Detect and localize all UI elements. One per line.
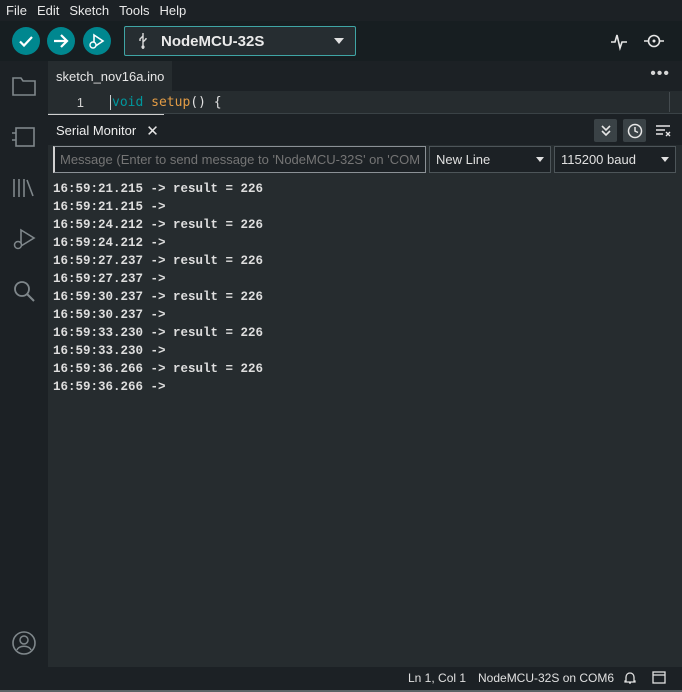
output-line: 16:59:21.215 -> result = 226 <box>53 182 264 196</box>
code-line[interactable]: 1 void setup() { <box>48 92 682 112</box>
menu-help[interactable]: Help <box>153 0 190 21</box>
editor-scrollbar[interactable] <box>669 92 670 112</box>
clock-icon <box>627 123 642 138</box>
chevron-down-icon <box>323 38 355 44</box>
menu-bar: File Edit Sketch Tools Help <box>0 0 682 21</box>
output-line: 16:59:27.237 -> <box>53 272 166 286</box>
main-area: sketch_nov16a.ino ••• 1 void setup() { S… <box>48 61 682 667</box>
debug-icon <box>89 33 105 49</box>
search-icon[interactable] <box>9 276 39 306</box>
output-line: 16:59:33.230 -> <box>53 344 166 358</box>
debug-panel-icon[interactable] <box>9 224 39 254</box>
message-input[interactable] <box>53 146 426 173</box>
output-line: 16:59:30.237 -> <box>53 308 166 322</box>
code-rest: () { <box>190 94 222 110</box>
serial-monitor-header: Serial Monitor ✕ <box>48 113 682 145</box>
menu-sketch[interactable]: Sketch <box>63 0 113 21</box>
output-line: 16:59:21.215 -> <box>53 200 166 214</box>
autoscroll-button[interactable] <box>594 119 617 142</box>
output-line: 16:59:24.212 -> result = 226 <box>53 218 264 232</box>
serial-controls: New Line 115200 baud <box>48 145 682 177</box>
check-icon <box>19 36 33 48</box>
chevron-down-icon <box>661 157 669 162</box>
toggle-panel-icon[interactable] <box>652 671 666 687</box>
output-line: 16:59:33.230 -> result = 226 <box>53 326 264 340</box>
tab-serial-monitor[interactable]: Serial Monitor ✕ <box>48 114 164 146</box>
menu-file[interactable]: File <box>0 0 31 21</box>
timestamp-button[interactable] <box>623 119 646 142</box>
baud-rate-select[interactable]: 115200 baud <box>554 146 676 173</box>
tab-sketch[interactable]: sketch_nov16a.ino <box>48 61 172 91</box>
tab-label: sketch_nov16a.ino <box>56 68 165 84</box>
more-options-icon[interactable]: ••• <box>650 65 670 83</box>
bell-icon[interactable] <box>623 671 637 688</box>
arrow-right-icon <box>54 34 69 48</box>
upload-button[interactable] <box>47 27 75 55</box>
usb-icon <box>125 32 161 50</box>
debug-button[interactable] <box>83 27 111 55</box>
activity-bar <box>0 61 48 667</box>
serial-monitor-icon[interactable] <box>642 29 666 53</box>
code-function: setup <box>151 94 191 110</box>
close-icon[interactable]: ✕ <box>146 122 159 140</box>
serial-output: 16:59:21.215 -> result = 226 16:59:21.21… <box>53 180 673 396</box>
output-line: 16:59:27.237 -> result = 226 <box>53 254 264 268</box>
folder-icon[interactable] <box>9 71 39 101</box>
clear-output-icon <box>655 124 670 136</box>
code-text: void setup() { <box>110 94 222 110</box>
output-line: 16:59:24.212 -> <box>53 236 166 250</box>
output-line: 16:59:30.237 -> result = 226 <box>53 290 264 304</box>
board-name: NodeMCU-32S <box>161 32 265 50</box>
serial-monitor-title: Serial Monitor <box>56 123 137 138</box>
line-ending-value: New Line <box>436 152 491 167</box>
cursor-position[interactable]: Ln 1, Col 1 <box>408 671 466 685</box>
toolbar: NodeMCU-32S <box>0 21 682 61</box>
line-ending-select[interactable]: New Line <box>429 146 551 173</box>
line-number: 1 <box>76 94 84 110</box>
code-keyword: void <box>112 94 144 110</box>
verify-button[interactable] <box>12 27 40 55</box>
baud-rate-value: 115200 baud <box>561 152 636 167</box>
board-selector[interactable]: NodeMCU-32S <box>124 26 356 56</box>
menu-tools[interactable]: Tools <box>113 0 153 21</box>
library-manager-icon[interactable] <box>9 173 39 203</box>
status-bar: Ln 1, Col 1 NodeMCU-32S on COM6 <box>0 667 682 690</box>
output-line: 16:59:36.266 -> <box>53 380 166 394</box>
board-port-status[interactable]: NodeMCU-32S on COM6 <box>478 671 614 685</box>
clear-output-button[interactable] <box>651 119 674 142</box>
chevron-down-icon <box>536 157 544 162</box>
editor-tabbar: sketch_nov16a.ino ••• <box>48 61 682 91</box>
account-icon[interactable] <box>9 628 39 658</box>
serial-plotter-icon[interactable] <box>607 29 631 53</box>
output-line: 16:59:36.266 -> result = 226 <box>53 362 264 376</box>
menu-edit[interactable]: Edit <box>31 0 63 21</box>
boards-manager-icon[interactable] <box>9 122 39 152</box>
double-chevron-down-icon <box>600 124 611 136</box>
